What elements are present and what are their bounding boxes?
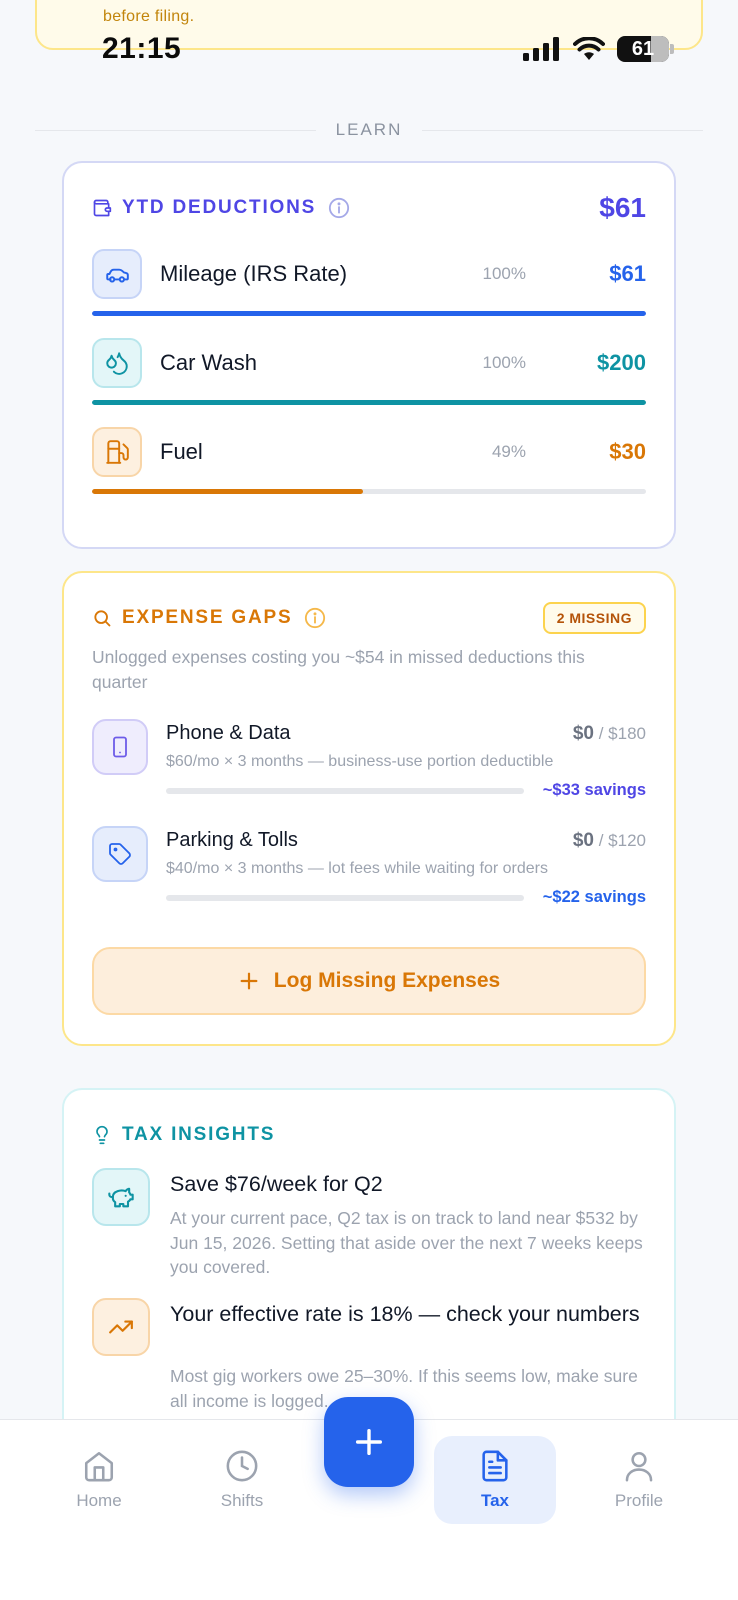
gap-values: $0 / $180 (572, 723, 646, 744)
insights-title: TAX INSIGHTS (122, 1124, 276, 1145)
status-icons: 61 (523, 36, 674, 62)
deduction-progress-fill (92, 489, 364, 494)
nav-label: Home (76, 1491, 122, 1510)
deduction-progress-track (92, 489, 646, 494)
gaps-title: EXPENSE GAPS (122, 607, 293, 628)
deduction-amount: $61 (609, 261, 646, 286)
wallet-icon (92, 198, 112, 218)
tag-icon (92, 826, 148, 882)
gap-description: $40/mo × 3 months — lot fees while waiti… (166, 860, 548, 877)
nav-label: Profile (614, 1491, 664, 1510)
insight-title: Save $76/week for Q2 (170, 1172, 383, 1196)
gap-name: Parking & Tolls (166, 829, 298, 851)
deduction-row-fuel[interactable]: Fuel 49% $30 (92, 427, 646, 497)
nav-tax[interactable]: Tax (434, 1436, 556, 1524)
status-time: 21:15 (102, 32, 182, 65)
gap-savings: ~$22 savings (542, 888, 646, 906)
deduction-row-car-wash[interactable]: Car Wash 100% $200 (92, 338, 646, 408)
user-icon (625, 1451, 653, 1482)
deduction-name: Fuel (160, 439, 203, 464)
deduction-percent: 100% (482, 353, 526, 372)
section-divider: LEARN (35, 118, 703, 142)
status-bar: 21:15 61 (0, 30, 738, 70)
gap-name: Phone & Data (166, 722, 291, 744)
deduction-name: Car Wash (160, 350, 257, 375)
droplets-icon (92, 338, 142, 388)
insight-description: At your current pace, Q2 tax is on track… (170, 1208, 643, 1277)
piggy-bank-icon (92, 1168, 150, 1226)
trending-up-icon (92, 1298, 150, 1356)
file-text-icon (482, 1450, 508, 1482)
alert-banner-text: before filing. (103, 8, 195, 25)
smartphone-icon (92, 719, 148, 775)
ytd-total: $61 (599, 192, 646, 223)
clock-icon (226, 1450, 258, 1482)
insight-item-save[interactable]: Save $76/week for Q2 At your current pac… (92, 1168, 646, 1278)
search-icon (92, 608, 112, 628)
log-missing-expenses-label: Log Missing Expenses (273, 969, 501, 992)
gap-progress-track (166, 788, 524, 794)
deduction-progress-fill (92, 400, 646, 405)
add-button[interactable] (324, 1397, 414, 1487)
car-icon (92, 249, 142, 299)
insights-header: TAX INSIGHTS (92, 1120, 646, 1150)
gap-progress-track (166, 895, 524, 901)
nav-shifts[interactable]: Shifts (181, 1436, 303, 1524)
info-icon[interactable] (304, 607, 326, 629)
gaps-description: Unlogged expenses costing you ~$54 in mi… (92, 647, 585, 692)
nav-label: Shifts (220, 1491, 264, 1510)
plus-icon (240, 972, 258, 990)
log-missing-expenses-button[interactable]: Log Missing Expenses (92, 947, 646, 1015)
gap-description: $60/mo × 3 months — business-use portion… (166, 753, 554, 770)
deduction-percent: 49% (491, 442, 526, 461)
ytd-header: YTD DEDUCTIONS $61 (92, 192, 646, 223)
gaps-header: EXPENSE GAPS 2 MISSING (92, 602, 646, 634)
battery-icon: 61 (617, 36, 669, 62)
info-icon[interactable] (328, 197, 350, 219)
deduction-amount: $30 (609, 439, 646, 464)
expense-gaps-card: EXPENSE GAPS 2 MISSING Unlogged expenses… (62, 571, 676, 1046)
missing-badge: 2 MISSING (542, 602, 646, 634)
deduction-progress-fill (92, 311, 646, 316)
wifi-icon (573, 37, 605, 60)
insight-title: Your effective rate is 18% — check your … (170, 1302, 640, 1326)
gap-values: $0 / $120 (572, 830, 646, 851)
deduction-progress-track (92, 311, 646, 316)
nav-profile[interactable]: Profile (578, 1436, 700, 1524)
plus-icon (355, 1428, 383, 1456)
ytd-title: YTD DEDUCTIONS (122, 197, 317, 218)
deduction-percent: 100% (482, 264, 526, 283)
ytd-deductions-card: YTD DEDUCTIONS $61 Mileage (IRS Rate) 10… (62, 161, 676, 549)
gap-item-parking[interactable]: Parking & Tolls $0 / $120 $40/mo × 3 mon… (92, 826, 646, 916)
home-icon (84, 1451, 114, 1482)
deduction-name: Mileage (IRS Rate) (160, 261, 348, 286)
battery-level: 61 (631, 37, 655, 60)
tax-insights-card: TAX INSIGHTS Save $76/week for Q2 At you… (62, 1088, 676, 1448)
deduction-progress-track (92, 400, 646, 405)
section-label: LEARN (335, 120, 403, 139)
gap-item-phone[interactable]: Phone & Data $0 / $180 $60/mo × 3 months… (92, 719, 646, 809)
nav-home[interactable]: Home (38, 1436, 160, 1524)
deduction-amount: $200 (597, 350, 646, 375)
fuel-icon (92, 427, 142, 477)
deduction-row-mileage[interactable]: Mileage (IRS Rate) 100% $61 (92, 249, 646, 319)
gap-savings: ~$33 savings (542, 781, 646, 799)
lightbulb-icon (92, 1125, 112, 1145)
signal-icon (523, 37, 559, 61)
nav-label: Tax (480, 1491, 510, 1510)
